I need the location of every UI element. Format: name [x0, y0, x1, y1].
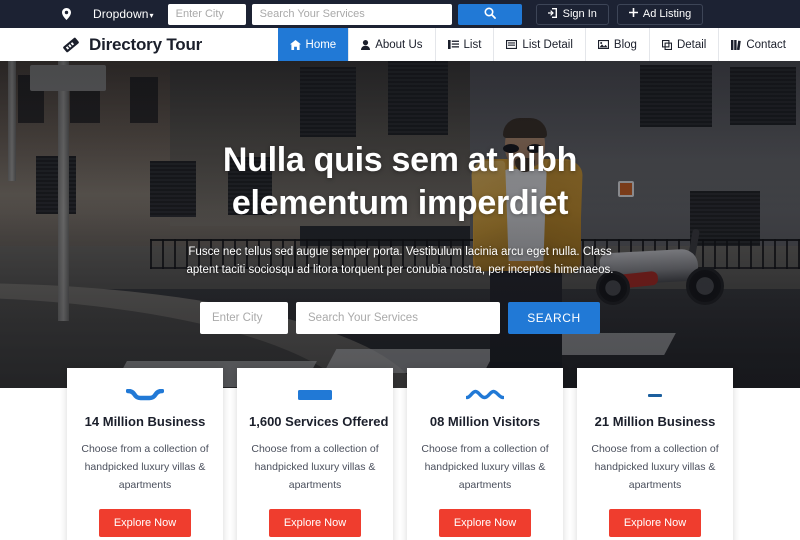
hero-search-bar: SEARCH — [0, 301, 800, 334]
nav-label-list: List — [463, 38, 482, 51]
top-utility-bar: Dropdown▾ Sign In Ad Listing — [0, 0, 800, 28]
nav-item-list[interactable]: List — [434, 28, 494, 61]
list-icon — [447, 40, 459, 49]
building-icon — [589, 384, 721, 406]
nav-item-detail[interactable]: Detail — [648, 28, 718, 61]
nav-item-list-detail[interactable]: List Detail — [493, 28, 585, 61]
explore-now-button[interactable]: Explore Now — [98, 509, 192, 538]
copy-icon — [661, 39, 672, 50]
explore-now-button[interactable]: Explore Now — [268, 509, 362, 538]
card-description: Choose from a collection of handpicked l… — [591, 443, 719, 492]
hero-search-button[interactable]: SEARCH — [508, 301, 600, 334]
briefcase-icon — [249, 384, 381, 406]
nav-label-list-detail: List Detail — [522, 38, 573, 51]
ticket-tag-icon — [62, 36, 80, 54]
card-title: 14 Million Business — [84, 414, 206, 429]
hero-title-line-1: Nulla quis sem at nibh — [222, 141, 578, 179]
users-icon — [419, 384, 551, 406]
hero-title: Nulla quis sem at nibh elementum imperdi… — [120, 139, 680, 225]
explore-now-button[interactable]: Explore Now — [438, 509, 532, 538]
sign-in-icon — [547, 7, 558, 21]
nav-label-home: Home — [305, 38, 337, 51]
nav-item-about-us[interactable]: About Us — [348, 28, 434, 61]
nav-item-blog[interactable]: Blog — [584, 28, 649, 61]
sign-in-label: Sign In — [562, 8, 597, 20]
location-dropdown-label: Dropdown — [93, 7, 149, 21]
feature-card[interactable]: 1,600 Services Offered Choose from a col… — [237, 368, 393, 540]
chevron-down-icon: ▾ — [149, 11, 154, 20]
hero-content: Nulla quis sem at nibh elementum imperdi… — [0, 61, 800, 334]
image-icon — [597, 40, 609, 49]
nav-item-contact[interactable]: Contact — [718, 28, 800, 61]
nav-label-detail: Detail — [676, 38, 707, 51]
feature-cards: 14 Million Business Choose from a collec… — [0, 368, 800, 540]
feature-card[interactable]: 14 Million Business Choose from a collec… — [67, 368, 223, 540]
search-icon — [484, 6, 496, 22]
brand-logo[interactable]: Directory Tour — [62, 28, 278, 61]
hero-title-line-2: elementum imperdiet — [231, 183, 569, 222]
hero-city-input[interactable] — [200, 301, 288, 334]
user-icon — [361, 39, 371, 50]
card-description: Choose from a collection of handpicked l… — [421, 443, 549, 492]
brand-name: Directory Tour — [89, 34, 203, 54]
map-pin-icon — [62, 8, 71, 20]
card-title: 08 Million Visitors — [429, 414, 541, 429]
plus-icon — [628, 7, 639, 20]
topbar-city-input[interactable] — [167, 3, 246, 25]
location-dropdown[interactable]: Dropdown▾ — [93, 7, 154, 21]
book-icon — [731, 39, 742, 50]
card-title: 1,600 Services Offered — [249, 414, 389, 429]
handshake-icon — [79, 384, 211, 406]
card-title: 21 Million Business — [594, 414, 716, 429]
topbar-services-input[interactable] — [251, 3, 452, 25]
explore-now-button[interactable]: Explore Now — [608, 509, 702, 538]
hero-services-input[interactable] — [296, 301, 500, 334]
ad-listing-label: Ad Listing — [642, 8, 692, 20]
main-navbar: Directory Tour Home About Us List List D… — [0, 28, 800, 61]
nav-label-blog: Blog — [613, 38, 637, 51]
home-icon — [289, 39, 301, 50]
card-description: Choose from a collection of handpicked l… — [81, 443, 209, 492]
page-root: Dropdown▾ Sign In Ad Listing D — [0, 0, 800, 540]
hero-subtitle: Fusce nec tellus sed augue semper porta.… — [186, 245, 614, 277]
nav-label-about-us: About Us — [375, 38, 423, 51]
hero-banner: Nulla quis sem at nibh elementum imperdi… — [0, 61, 800, 394]
sign-in-button[interactable]: Sign In — [535, 3, 609, 25]
nav-menu: Home About Us List List Detail Blog Deta… — [277, 28, 800, 61]
nav-item-home[interactable]: Home — [277, 28, 349, 61]
ad-listing-button[interactable]: Ad Listing — [616, 3, 704, 25]
window-icon — [506, 40, 518, 49]
feature-card[interactable]: 21 Million Business Choose from a collec… — [577, 368, 733, 540]
feature-card[interactable]: 08 Million Visitors Choose from a collec… — [407, 368, 563, 540]
topbar-search-button[interactable] — [457, 3, 522, 25]
card-description: Choose from a collection of handpicked l… — [251, 443, 379, 492]
nav-label-contact: Contact — [746, 38, 786, 51]
